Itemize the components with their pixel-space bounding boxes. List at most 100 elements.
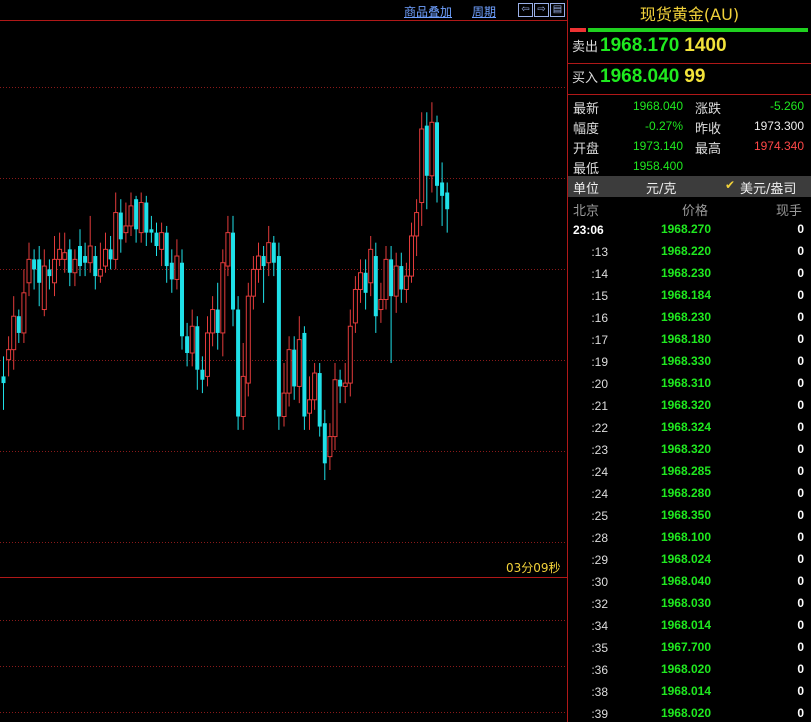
candle [250, 256, 256, 310]
panel-toggle-icon[interactable]: ▤ [550, 3, 565, 17]
candle-body [189, 325, 195, 354]
candle [215, 282, 220, 350]
candle-body [87, 245, 93, 264]
tick-header-time: 北京 [573, 204, 600, 219]
candle-body [169, 262, 174, 280]
candle-body [378, 299, 384, 311]
tick-volume: 0 [797, 288, 804, 302]
tick-time: :14 [591, 267, 608, 281]
candle [97, 242, 103, 283]
candle-body [113, 212, 119, 260]
kline-chart-area[interactable]: 商品叠加 周期 ⇦ ⇨ ▤ 03分09秒 [0, 0, 568, 722]
candle-body [231, 232, 235, 310]
tick-time: :21 [591, 399, 608, 413]
candle [210, 296, 216, 347]
low-value: 1958.400 [632, 159, 683, 173]
candle [245, 282, 251, 397]
candle [271, 235, 276, 277]
candle [292, 336, 297, 400]
candle-body [21, 292, 27, 334]
tick-volume: 0 [797, 662, 804, 676]
candle-body [1, 376, 6, 384]
candle-body [62, 252, 68, 260]
tick-volume: 0 [797, 266, 804, 280]
tick-time: :23 [591, 443, 608, 457]
candle [312, 363, 318, 410]
candle [338, 369, 343, 404]
candle-body [52, 258, 57, 284]
candle-body [373, 256, 378, 317]
range-label: 幅度 [573, 122, 600, 137]
tick-time: :28 [591, 531, 608, 545]
candle-body [276, 256, 281, 417]
candle-body [215, 309, 220, 333]
arrow-right-icon[interactable]: ⇨ [534, 3, 549, 17]
chart-toolbar: 商品叠加 周期 ⇦ ⇨ ▤ [0, 0, 568, 21]
tick-list[interactable]: 23:06 1968.270 0:13 1968.220 0:14 1968.230 0:1… [568, 219, 811, 722]
candle [342, 363, 348, 404]
tick-time: :36 [591, 663, 608, 677]
open-value: 1973.140 [632, 139, 683, 153]
tick-volume: 0 [797, 486, 804, 500]
candle-body [164, 232, 169, 267]
candle-body [26, 258, 32, 284]
tick-row: :34 1968.014 0 [568, 615, 811, 637]
candle-body [256, 255, 261, 270]
candle-body [32, 259, 37, 270]
tick-volume: 0 [797, 442, 804, 456]
candle-body [180, 262, 184, 337]
tick-price: 1968.285 [660, 464, 711, 478]
candlestick-chart[interactable] [0, 22, 567, 722]
tick-time: :29 [591, 553, 608, 567]
candle [332, 363, 338, 450]
candle [118, 199, 123, 253]
tick-price: 1968.100 [660, 530, 711, 544]
high-value: 1974.340 [753, 139, 804, 153]
unit-usd-per-ounce[interactable]: 美元/盎司 [740, 178, 796, 197]
tick-time: :19 [591, 355, 608, 369]
candle-body [97, 268, 103, 277]
candle [108, 235, 113, 270]
candle-body [414, 212, 420, 237]
candle-body [393, 265, 399, 297]
arrow-left-icon[interactable]: ⇦ [518, 3, 533, 17]
candle-body [342, 382, 348, 387]
countdown-timer: 03分09秒 [506, 561, 561, 575]
candle [363, 259, 368, 310]
candle-body [332, 379, 338, 438]
candle [378, 282, 384, 323]
tick-price: 1968.320 [660, 442, 711, 456]
unit-cny-per-gram[interactable]: 元/克 [646, 178, 676, 197]
tick-price: 1968.184 [660, 288, 711, 302]
tick-price: 1968.230 [660, 266, 711, 280]
tick-row: :16 1968.230 0 [568, 307, 811, 329]
check-icon[interactable]: ✔ [725, 178, 735, 192]
overlay-commodity-link[interactable]: 商品叠加 [404, 3, 452, 20]
candle [373, 242, 378, 333]
tick-row: :25 1968.350 0 [568, 505, 811, 527]
candle-body [440, 182, 445, 196]
tick-price: 1968.014 [660, 684, 711, 698]
tick-price: 1968.324 [660, 420, 711, 434]
candle-body [352, 288, 358, 324]
prev-close-value: 1973.300 [753, 119, 804, 133]
candle [435, 115, 439, 203]
tick-price: 1968.310 [660, 376, 711, 390]
candle [389, 246, 394, 364]
buy-price: 1968.040 [600, 66, 680, 87]
candle-body [57, 248, 63, 260]
candle-body [210, 309, 216, 334]
candle [67, 239, 72, 287]
candle-body [307, 399, 312, 414]
candle-body [67, 249, 72, 273]
candle [399, 252, 404, 303]
candle [261, 246, 266, 303]
candle [368, 235, 374, 297]
period-link[interactable]: 周期 [472, 3, 496, 20]
tick-row: :29 1968.024 0 [568, 549, 811, 571]
tick-time: :39 [591, 707, 608, 721]
prev-close-label: 昨收 [695, 122, 722, 137]
tick-header-price: 价格 [682, 204, 709, 219]
candle-body [103, 248, 108, 267]
change-value: -5.260 [769, 99, 804, 113]
